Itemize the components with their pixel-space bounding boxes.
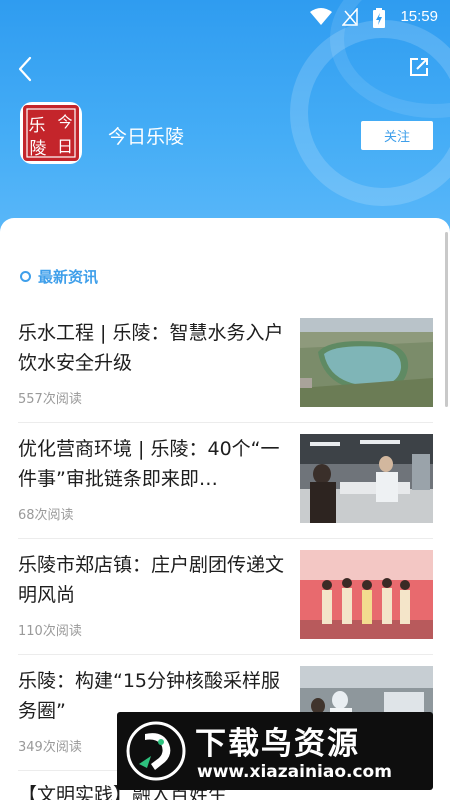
logo-char: 今 (57, 113, 72, 131)
news-read-count: 557次阅读 (18, 392, 82, 407)
watermark-url: www.xiazainiao.com (197, 762, 392, 782)
news-thumbnail (300, 318, 433, 407)
news-item[interactable]: 乐水工程 | 乐陵：智慧水务入户 饮水安全升级 557次阅读 (0, 308, 450, 424)
logo-char: 日 (57, 137, 73, 156)
channel-header: 15:59 乐 今 陵 日 今日乐陵 关注 (0, 0, 450, 250)
section-title-label: 最新资讯 (38, 268, 99, 286)
channel-logo: 乐 今 陵 日 (20, 102, 82, 164)
news-thumbnail (300, 550, 433, 639)
divider (18, 538, 433, 539)
news-title: 乐水工程 | 乐陵：智慧水务入户 饮水安全升级 (18, 322, 284, 374)
section-dot-icon (20, 271, 31, 282)
divider (18, 422, 433, 423)
scrollbar[interactable] (445, 232, 448, 407)
channel-name: 今日乐陵 (108, 126, 185, 148)
news-title: 乐陵市郑店镇：庄户剧团传递文明风尚 (18, 554, 285, 606)
watermark-banner: 下载鸟资源 www.xiazainiao.com (117, 712, 433, 790)
wifi-icon (310, 8, 332, 25)
section-title: 最新资讯 (20, 266, 99, 287)
logo-char: 陵 (30, 139, 47, 159)
news-thumbnail (300, 434, 433, 523)
news-read-count: 68次阅读 (18, 508, 74, 523)
bird-logo-icon (126, 721, 186, 781)
watermark-title: 下载鸟资源 (195, 726, 360, 762)
news-title: 优化营商环境 | 乐陵：40个“一件事”审批链条即来即… (18, 438, 280, 490)
news-read-count: 349次阅读 (18, 740, 82, 755)
divider (18, 654, 433, 655)
status-bar: 15:59 (0, 0, 450, 34)
news-item[interactable]: 优化营商环境 | 乐陵：40个“一件事”审批链条即来即… 68次阅读 (0, 424, 450, 540)
news-read-count: 110次阅读 (18, 624, 82, 639)
battery-charging-icon (373, 8, 385, 28)
news-item[interactable]: 乐陵市郑店镇：庄户剧团传递文明风尚 110次阅读 (0, 540, 450, 656)
follow-button[interactable]: 关注 (361, 121, 433, 150)
back-button[interactable] (14, 56, 38, 82)
signal-off-icon (342, 8, 358, 26)
logo-char: 乐 (29, 116, 46, 136)
channel-logo-seal: 乐 今 陵 日 (23, 105, 79, 161)
share-button[interactable] (408, 56, 430, 78)
status-time: 15:59 (400, 8, 438, 25)
